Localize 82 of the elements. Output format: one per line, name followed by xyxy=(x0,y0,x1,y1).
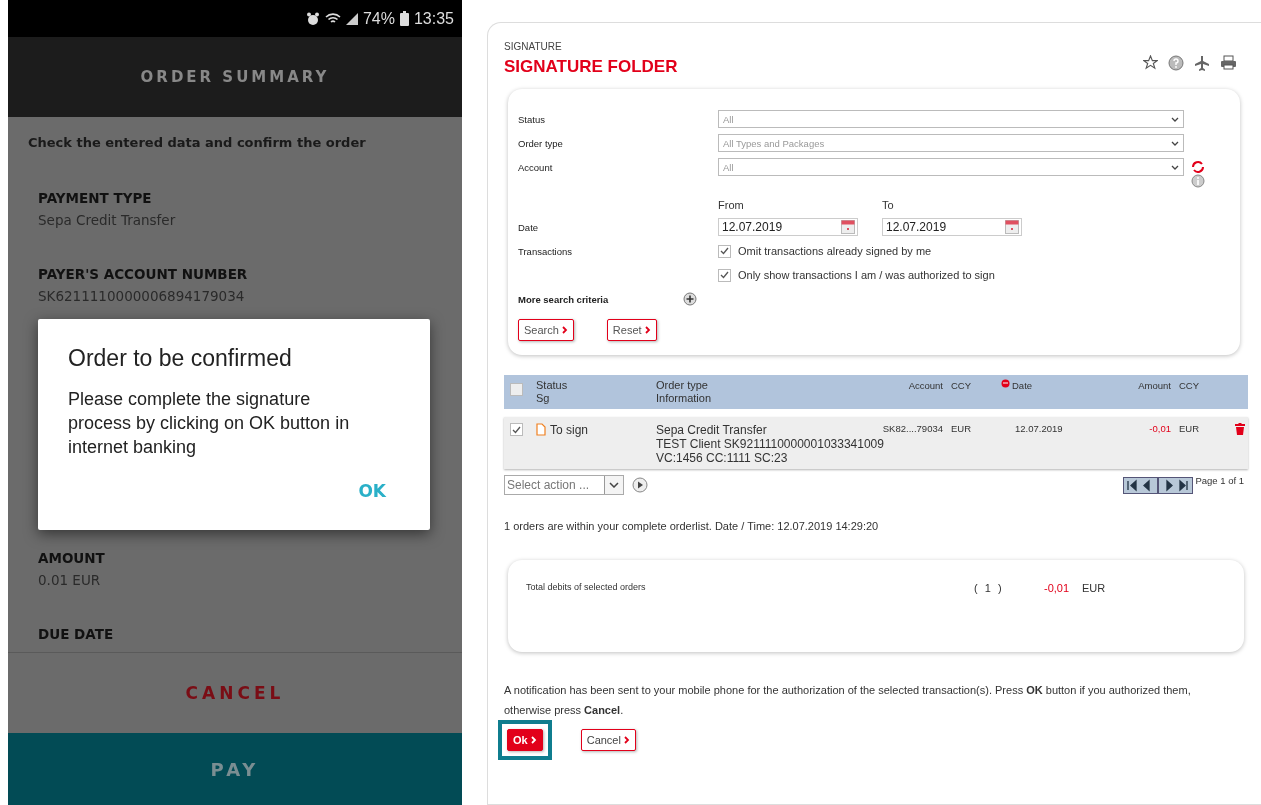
calendar-icon[interactable] xyxy=(841,220,855,234)
instruction-text: Check the entered data and confirm the order xyxy=(28,135,367,150)
table-cell-text: EUR xyxy=(1178,423,1201,436)
date-field[interactable]: 12.07.2019 xyxy=(882,218,1022,236)
document-icon xyxy=(536,423,546,436)
chevron-right-icon xyxy=(561,326,568,334)
field-label: DUE DATE xyxy=(38,626,115,642)
chevron-down-icon xyxy=(1171,116,1179,122)
battery-icon xyxy=(399,11,409,26)
page-indicator: Page 1 of 1 xyxy=(1195,475,1244,486)
play-icon[interactable] xyxy=(632,477,648,493)
table-cell-text: SK82....79034 xyxy=(881,423,943,436)
column-header[interactable]: Status Sg xyxy=(536,379,568,405)
info-icon[interactable] xyxy=(1191,174,1205,188)
chevron-right-icon xyxy=(530,736,537,744)
dialog-title: Order to be confirmed xyxy=(68,345,293,372)
chevron-down-icon xyxy=(609,482,619,488)
checkbox-label: Omit transactions already signed by me xyxy=(738,245,932,257)
trash-icon[interactable] xyxy=(1235,423,1245,435)
column-header[interactable]: Order type Information xyxy=(656,379,881,405)
order-count-text: 1 orders are within your complete orderlist. Date / Time: 12.07.2019 14:29:20 xyxy=(504,520,880,532)
column-header[interactable]: Account xyxy=(908,379,943,392)
column-header[interactable]: Date xyxy=(1012,379,1033,392)
select-all-checkbox[interactable] xyxy=(510,383,523,396)
field-value: Sepa Credit Transfer xyxy=(38,212,177,228)
field-label: PAYER'S ACCOUNT NUMBER xyxy=(38,266,249,282)
notification-text: A notification has been sent to your mobile phone for the authorization of the selected transaction(s). Press OK button if you authorized them, otherwise press Cancel. xyxy=(504,683,1192,718)
filter-label: Status xyxy=(518,113,546,125)
chevron-right-icon xyxy=(644,326,651,334)
to-label: To xyxy=(882,199,895,211)
totals-count: ( 1 ) xyxy=(974,582,1005,594)
chevron-right-icon xyxy=(623,736,630,744)
filter-label: Date xyxy=(518,221,540,233)
confirm-action-button[interactable]: Ok xyxy=(507,729,543,751)
column-header[interactable]: CCY xyxy=(951,379,1001,392)
checkbox-label: Only show transactions I am / was authorized to sign xyxy=(738,269,995,281)
totals-label: Total debits of selected orders xyxy=(526,582,647,592)
table-cell: To sign xyxy=(550,423,589,437)
star-icon[interactable] xyxy=(1143,55,1158,70)
search-form-button[interactable]: Reset xyxy=(606,319,657,341)
wifi-icon xyxy=(324,12,341,25)
date-field[interactable]: 12.07.2019 xyxy=(718,218,858,236)
field-value: 0.01 EUR xyxy=(38,572,102,588)
alarm-clock-icon xyxy=(305,11,320,26)
field-value: SK6211110000006894179034 xyxy=(38,288,246,304)
checkbox[interactable] xyxy=(718,268,731,282)
plus-icon[interactable] xyxy=(683,292,697,306)
sort-icon[interactable] xyxy=(1001,379,1010,388)
field-label: PAYMENT TYPE xyxy=(38,190,153,206)
calendar-icon[interactable] xyxy=(1005,220,1019,234)
checkbox[interactable] xyxy=(718,244,731,258)
column-header[interactable]: Amount xyxy=(1138,379,1171,392)
table-cell-text: -0,01 xyxy=(1148,423,1171,436)
totals-currency: EUR xyxy=(1082,582,1106,594)
row-checkbox[interactable] xyxy=(510,423,523,436)
chevron-down-icon xyxy=(1171,140,1179,146)
refresh-icon[interactable] xyxy=(1191,160,1205,174)
clock-time: 13:35 xyxy=(413,9,454,28)
help-icon[interactable] xyxy=(1168,55,1184,71)
dialog-message: Please complete the signature process by clicking on OK button in internet banking xyxy=(68,388,351,459)
printer-icon[interactable] xyxy=(1220,55,1237,70)
screen-title: ORDER SUMMARY xyxy=(140,68,330,86)
table-cell-text: EUR xyxy=(950,423,973,436)
filter-label: Account xyxy=(518,161,554,173)
airplane-icon[interactable] xyxy=(1194,55,1210,71)
filter-label: Order type xyxy=(518,137,564,149)
column-header[interactable]: CCY xyxy=(1179,379,1221,392)
totals-amount: -0,01 xyxy=(1044,582,1071,594)
from-label: From xyxy=(718,199,745,211)
page-title: SIGNATURE FOLDER xyxy=(504,57,678,77)
search-form-button[interactable]: Search xyxy=(518,319,574,341)
chevron-down-icon xyxy=(1171,164,1179,170)
confirm-action-button[interactable]: Cancel xyxy=(580,729,636,751)
signal-icon xyxy=(345,12,358,25)
more-criteria-label: More search criteria xyxy=(518,293,610,305)
action-dropdown[interactable]: Select action ... xyxy=(504,475,624,495)
breadcrumb: SIGNATURE xyxy=(504,41,563,52)
battery-percentage: 74% xyxy=(362,9,395,28)
field-label: AMOUNT xyxy=(38,550,106,566)
filter-label: Transactions xyxy=(518,245,573,257)
pagination-controls[interactable] xyxy=(1123,476,1194,494)
table-cell-text: 12.07.2019 xyxy=(1014,423,1064,436)
